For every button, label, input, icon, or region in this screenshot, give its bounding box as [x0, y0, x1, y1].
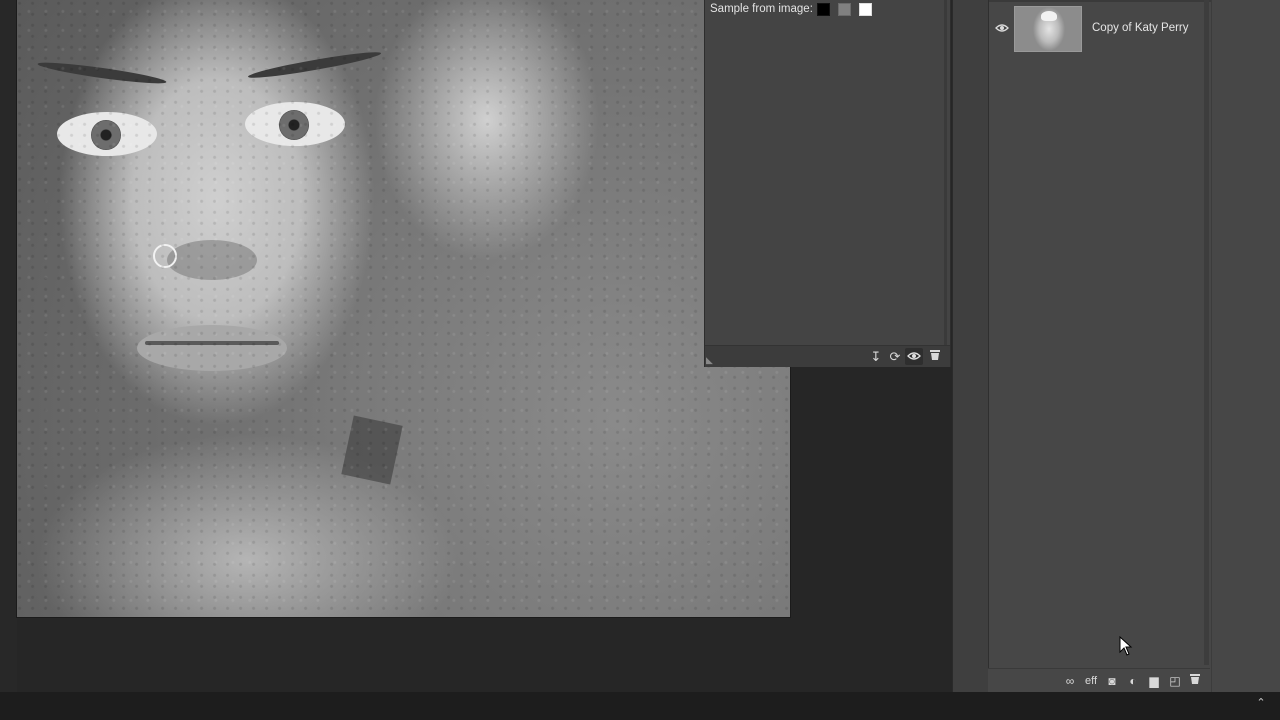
layer-effects-icon[interactable]: eff [1082, 672, 1100, 690]
adjustment-panel-scrollbar[interactable] [944, 0, 947, 345]
right-dock-column [1211, 0, 1280, 692]
sample-black-point-eyedropper[interactable] [817, 3, 830, 16]
adjustment-layer-icon[interactable]: ◐ [1124, 672, 1142, 690]
reset-icon[interactable]: ⟳ [886, 348, 904, 365]
trash-icon [1190, 674, 1200, 684]
layers-panel-header-divider [989, 0, 1211, 2]
layer-row[interactable]: Copy of Katy Perry [989, 4, 1201, 54]
adjustment-panel-footer: ◣ ↧ ⟳ [705, 345, 950, 367]
sample-gray-point-eyedropper[interactable] [838, 3, 851, 16]
add-mask-icon[interactable]: ◙ [1103, 672, 1121, 690]
layers-panel-scrollbar[interactable] [1204, 0, 1209, 665]
visibility-icon[interactable] [905, 348, 923, 365]
sample-white-point-eyedropper[interactable] [859, 3, 872, 16]
link-layers-icon[interactable]: ∞ [1061, 672, 1079, 690]
layer-thumbnail[interactable] [1014, 6, 1082, 52]
delete-layer-icon[interactable] [1186, 672, 1204, 690]
delete-icon[interactable] [926, 348, 944, 365]
eye-icon [995, 24, 1009, 32]
layer-visibility-eye-icon[interactable] [994, 21, 1010, 37]
resize-grip-icon[interactable]: ◣ [706, 355, 713, 366]
layers-panel: Copy of Katy Perry [988, 0, 1211, 692]
mouse-pointer-icon [1119, 636, 1133, 656]
trash-icon [930, 350, 940, 360]
clip-to-layer-icon[interactable]: ↧ [867, 348, 885, 365]
layers-panel-footer: ∞ eff ◙ ◐ ▆ ◰ [988, 668, 1210, 693]
eye-icon [907, 352, 921, 360]
bottom-status-bar [0, 692, 1280, 720]
panel-dock-gutter [952, 0, 988, 692]
document-canvas-image[interactable] [17, 0, 790, 617]
new-layer-icon[interactable]: ◰ [1166, 672, 1184, 690]
collapse-caret-icon[interactable]: ⌃ [1254, 696, 1268, 710]
adjustment-properties-panel: Sample from image: ◣ ↧ ⟳ [704, 0, 951, 367]
layer-name[interactable]: Copy of Katy Perry [1092, 22, 1189, 34]
workspace-left-edge [0, 0, 17, 692]
new-folder-icon[interactable]: ▆ [1145, 672, 1163, 690]
sample-from-image-label: Sample from image: [710, 3, 813, 15]
texture-overlay [17, 0, 790, 617]
